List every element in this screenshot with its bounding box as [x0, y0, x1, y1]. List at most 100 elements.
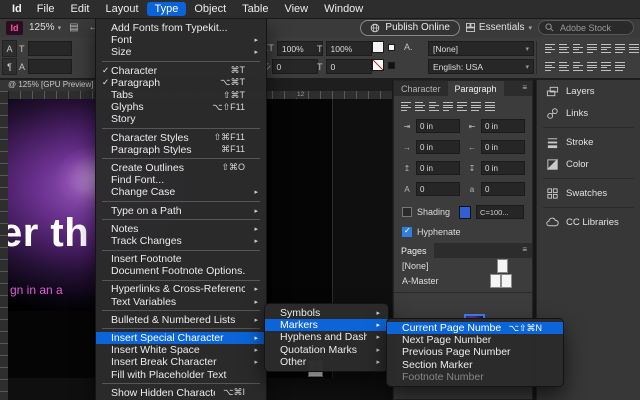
paragraph-field-input[interactable]: 0 in	[416, 161, 460, 175]
special-char-item-other[interactable]: Other▸	[265, 356, 388, 368]
type-menu-item-paragraph[interactable]: ✓Paragraph⌥⌘T	[96, 77, 266, 89]
markers-item-previous-page-number[interactable]: Previous Page Number	[387, 346, 563, 358]
type-menu-item-insert-white-space[interactable]: Insert White Space▸	[96, 344, 266, 356]
type-menu-item-fill-with-placeholder-text[interactable]: Fill with Placeholder Text	[96, 369, 266, 381]
paragraph-field-input[interactable]: 0 in	[416, 119, 460, 133]
shading-checkbox[interactable]	[402, 207, 412, 217]
search-input[interactable]	[558, 22, 624, 34]
shading-color-dropdown[interactable]: C=100...	[476, 205, 524, 219]
stroke-none-swatch[interactable]	[372, 59, 384, 71]
type-menu-item-show-hidden-characters[interactable]: Show Hidden Characters⌥⌘I	[96, 387, 266, 399]
type-menu-item-story[interactable]: Story	[96, 113, 266, 125]
markers-item-current-page-number[interactable]: Current Page Number⌥⇧⌘N	[387, 322, 563, 334]
menubar-item-object[interactable]: Object	[186, 2, 234, 16]
paragraph-formatting-toggle[interactable]: ¶	[2, 58, 17, 75]
type-menu-item-character[interactable]: ✓Character⌘T	[96, 65, 266, 77]
paragraph-field-input[interactable]: 0	[416, 182, 460, 196]
menubar-item-edit[interactable]: Edit	[63, 2, 98, 16]
headline-text-fragment[interactable]: er th	[8, 211, 89, 256]
justify-center-icon[interactable]	[601, 43, 611, 54]
type-menu-item-change-case[interactable]: Change Case▸	[96, 186, 266, 198]
type-menu-item-character-styles[interactable]: Character Styles⇧⌘F11	[96, 132, 266, 144]
special-char-item-symbols[interactable]: Symbols▸	[265, 307, 388, 319]
justify-left-icon[interactable]	[587, 61, 597, 72]
dock-item-stroke[interactable]: Stroke	[537, 131, 640, 153]
justify-left-icon[interactable]	[443, 101, 453, 112]
type-menu-item-paragraph-styles[interactable]: Paragraph Styles⌘F11	[96, 144, 266, 156]
align-right-icon[interactable]	[573, 61, 583, 72]
paragraph-field-input[interactable]: 0	[481, 182, 525, 196]
tab-pages[interactable]: Pages	[394, 243, 434, 258]
dock-item-cc-libraries[interactable]: CC Libraries	[537, 211, 640, 233]
vertical-scale-field[interactable]: 100%	[277, 41, 323, 56]
align-left-icon[interactable]	[401, 101, 411, 112]
justify-right-icon[interactable]	[615, 43, 625, 54]
menubar-item-type[interactable]: Type	[147, 2, 187, 16]
shading-color-swatch[interactable]	[459, 206, 471, 219]
type-menu-item-glyphs[interactable]: Glyphs⌥⇧F11	[96, 101, 266, 113]
subhead-text-fragment[interactable]: gn in an a	[10, 283, 63, 297]
skew-field[interactable]: 0	[326, 59, 372, 74]
dock-item-layers[interactable]: Layers	[537, 80, 640, 102]
type-menu-item-find-font[interactable]: Find Font...	[96, 174, 266, 186]
special-char-item-markers[interactable]: Markers▸	[265, 319, 388, 331]
app-logo[interactable]: Id	[5, 3, 29, 15]
paragraph-field-input[interactable]: 0 in	[481, 140, 525, 154]
type-menu-item-insert-special-character[interactable]: Insert Special Character▸	[96, 332, 266, 344]
type-menu-item-bulleted-numbered-lists[interactable]: Bulleted & Numbered Lists▸	[96, 314, 266, 326]
type-menu-item-tabs[interactable]: Tabs⇧⌘T	[96, 89, 266, 101]
tracking-field[interactable]: 0	[272, 59, 318, 74]
menubar-item-table[interactable]: Table	[234, 2, 276, 16]
justify-center-icon[interactable]	[601, 61, 611, 72]
publish-online-button[interactable]: Publish Online	[360, 20, 459, 36]
master-row-none[interactable]: [None]	[394, 258, 532, 273]
type-menu-item-insert-break-character[interactable]: Insert Break Character▸	[96, 356, 266, 368]
language-dropdown[interactable]: English: USA	[428, 59, 534, 74]
justify-center-icon[interactable]	[457, 101, 467, 112]
special-char-item-quotation-marks[interactable]: Quotation Marks▸	[265, 344, 388, 356]
type-menu-item-text-variables[interactable]: Text Variables▸	[96, 296, 266, 308]
character-formatting-toggle[interactable]: A	[2, 40, 17, 57]
align-right-icon[interactable]	[429, 101, 439, 112]
align-right-icon[interactable]	[573, 43, 583, 54]
type-menu-item-track-changes[interactable]: Track Changes▸	[96, 235, 266, 247]
dock-item-swatches[interactable]: Swatches	[537, 182, 640, 204]
mini-stroke-swatch[interactable]	[388, 62, 395, 69]
type-menu-item-insert-footnote[interactable]: Insert Footnote	[96, 253, 266, 265]
type-menu-item-type-on-a-path[interactable]: Type on a Path▸	[96, 204, 266, 216]
type-menu-item-create-outlines[interactable]: Create Outlines⇧⌘O	[96, 162, 266, 174]
menubar-item-file[interactable]: File	[29, 2, 63, 16]
menubar-item-view[interactable]: View	[276, 2, 316, 16]
zoom-level-dropdown[interactable]: 125%▾	[29, 22, 61, 33]
stock-search-field[interactable]	[538, 20, 634, 35]
justify-right-icon[interactable]	[615, 61, 625, 72]
paragraph-field-input[interactable]: 0 in	[416, 140, 460, 154]
type-menu-item-size[interactable]: Size▸	[96, 46, 266, 58]
justify-right-icon[interactable]	[471, 101, 481, 112]
master-row-a-master[interactable]: A-Master	[394, 273, 532, 288]
justify-left-icon[interactable]	[587, 43, 597, 54]
paragraph-field-input[interactable]: 0 in	[481, 161, 525, 175]
type-menu-item-notes[interactable]: Notes▸	[96, 223, 266, 235]
paragraph-field-input[interactable]: 0 in	[481, 119, 525, 133]
mini-fill-swatch[interactable]	[388, 44, 395, 51]
leading-field[interactable]	[28, 59, 72, 74]
markers-item-next-page-number[interactable]: Next Page Number	[387, 334, 563, 346]
fill-swatch[interactable]	[372, 41, 384, 53]
panel-menu-icon[interactable]: ≡	[517, 81, 532, 96]
type-menu-item-add-fonts-from-typekit[interactable]: Add Fonts from Typekit...	[96, 22, 266, 34]
dock-item-links[interactable]: Links	[537, 102, 640, 124]
type-menu-item-document-footnote-options[interactable]: Document Footnote Options...	[96, 265, 266, 277]
menubar-item-layout[interactable]: Layout	[97, 2, 146, 16]
hyphenate-checkbox[interactable]	[402, 227, 412, 237]
align-center-icon[interactable]	[415, 101, 425, 112]
align-left-icon[interactable]	[545, 43, 555, 54]
align-center-icon[interactable]	[559, 61, 569, 72]
type-menu-item-font[interactable]: Font▸	[96, 34, 266, 46]
type-menu-item-hyperlinks-cross-references[interactable]: Hyperlinks & Cross-References▸	[96, 283, 266, 295]
markers-item-section-marker[interactable]: Section Marker	[387, 359, 563, 371]
menubar-item-window[interactable]: Window	[316, 2, 371, 16]
font-size-field[interactable]	[28, 41, 72, 56]
justify-all-icon[interactable]	[485, 101, 495, 112]
justify-all-icon[interactable]	[629, 43, 639, 54]
